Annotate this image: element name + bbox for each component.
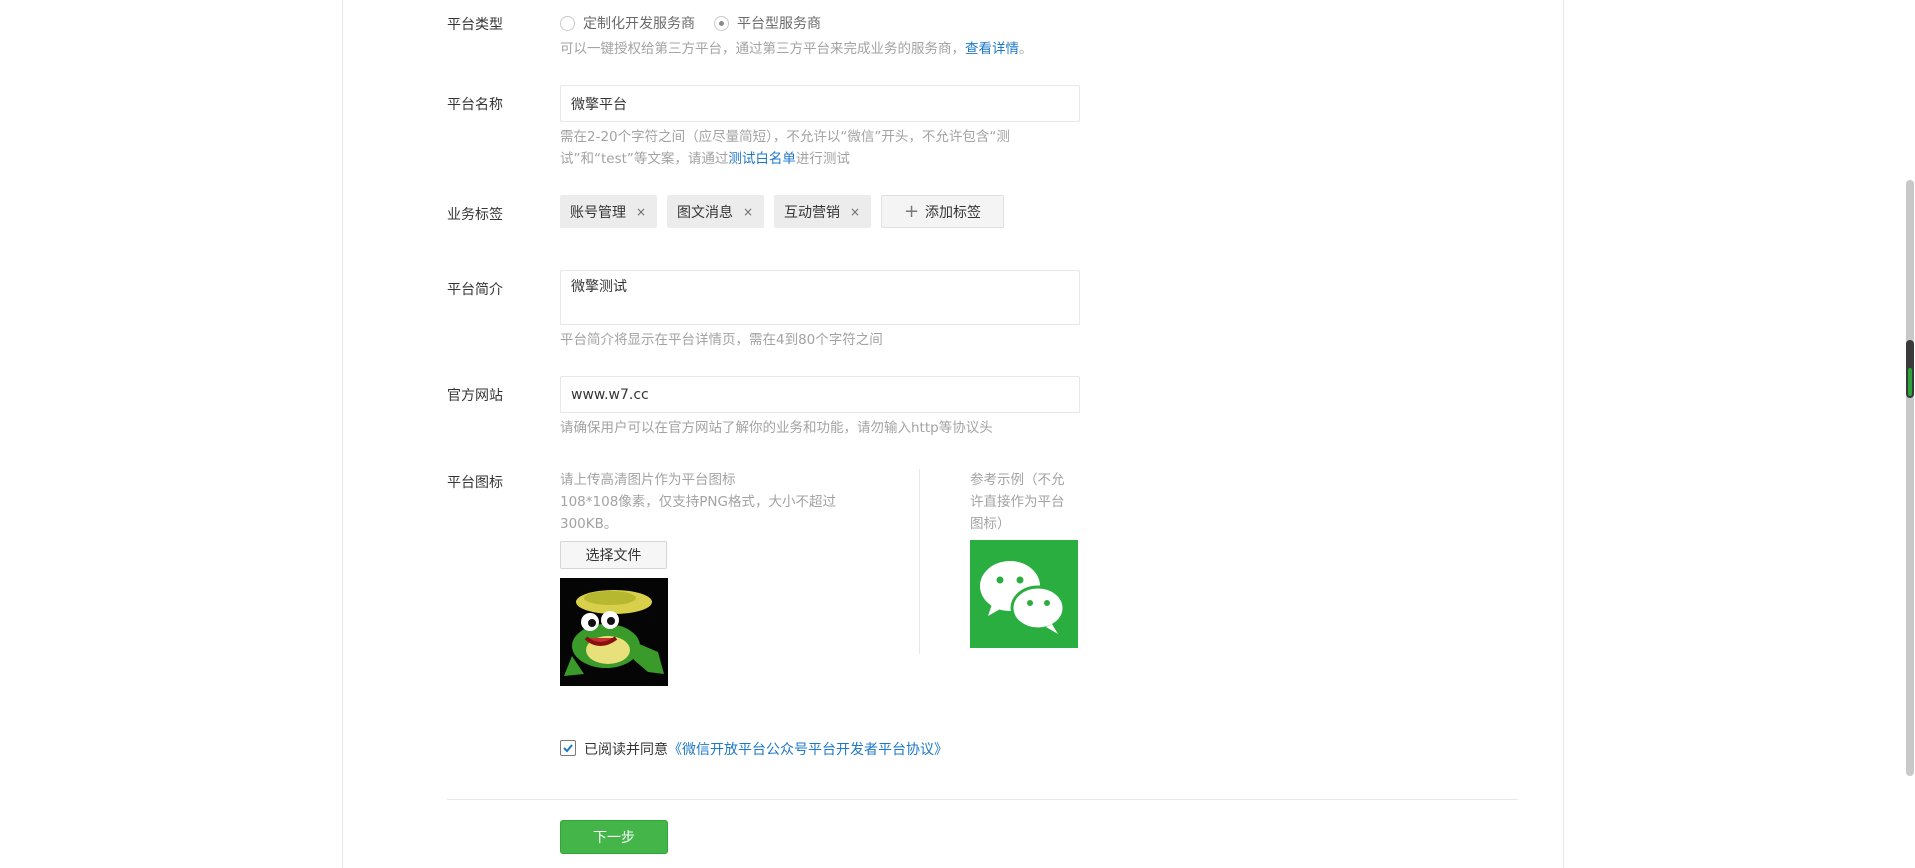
remove-tag-icon[interactable]: × bbox=[850, 205, 860, 219]
agreement-checkbox[interactable] bbox=[560, 740, 576, 756]
tag-item: 图文消息 × bbox=[667, 195, 764, 228]
tag-label: 图文消息 bbox=[677, 204, 733, 221]
tag-label: 账号管理 bbox=[570, 204, 626, 221]
scrollbar-thumb[interactable] bbox=[1906, 180, 1914, 776]
tag-item: 互动营销 × bbox=[774, 195, 871, 228]
tag-label: 互动营销 bbox=[784, 204, 840, 221]
platform-icon-label: 平台图标 bbox=[447, 475, 503, 491]
platform-type-label: 平台类型 bbox=[447, 17, 503, 33]
divider-vertical bbox=[919, 469, 920, 654]
wechat-icon bbox=[980, 561, 1066, 634]
platform-intro-textarea[interactable]: 微擎测试 bbox=[560, 270, 1080, 325]
example-line3: 图标） bbox=[970, 516, 1011, 532]
hint-text: 可以一键授权给第三方平台，通过第三方平台来完成业务的服务商， bbox=[560, 41, 965, 57]
radio-platform-label: 平台型服务商 bbox=[737, 16, 821, 32]
icon-hint-line1: 请上传高清图片作为平台图标 bbox=[560, 472, 736, 488]
agreement-text: 已阅读并同意《微信开放平台公众号平台开发者平台协议》 bbox=[584, 739, 948, 759]
official-site-input[interactable] bbox=[560, 376, 1080, 413]
radio-custom-dev-label: 定制化开发服务商 bbox=[583, 16, 695, 32]
official-site-hint: 请确保用户可以在官方网站了解你的业务和功能，请勿输入http等协议头 bbox=[560, 420, 993, 436]
agreement-prefix: 已阅读并同意 bbox=[584, 742, 668, 758]
frog-image bbox=[560, 578, 668, 686]
hint-suffix: 。 bbox=[1019, 41, 1033, 57]
uploaded-icon-preview bbox=[560, 578, 668, 686]
remove-tag-icon[interactable]: × bbox=[743, 205, 753, 219]
tag-item: 账号管理 × bbox=[560, 195, 657, 228]
agreement-link[interactable]: 《微信开放平台公众号平台开发者平台协议》 bbox=[668, 742, 948, 758]
hint-suffix: 进行测试 bbox=[795, 151, 850, 167]
plus-icon: + bbox=[903, 200, 920, 222]
divider-horizontal bbox=[447, 799, 1518, 800]
radio-platform[interactable]: 平台型服务商 bbox=[714, 14, 821, 32]
business-tags-label: 业务标签 bbox=[447, 207, 503, 223]
platform-name-hint-line2: 试”和“test”等文案，请通过测试白名单进行测试 bbox=[560, 148, 850, 170]
checkmark-icon bbox=[563, 744, 573, 753]
platform-name-input[interactable] bbox=[560, 85, 1080, 122]
remove-tag-icon[interactable]: × bbox=[636, 205, 646, 219]
icon-hint-line3: 300KB。 bbox=[560, 516, 618, 532]
radio-circle-selected bbox=[714, 15, 729, 31]
platform-intro-hint: 平台简介将显示在平台详情页，需在4到80个字符之间 bbox=[560, 332, 883, 348]
scrollbar-highlight bbox=[1908, 368, 1912, 396]
radio-circle bbox=[560, 15, 575, 31]
platform-name-label: 平台名称 bbox=[447, 97, 503, 113]
choose-file-button[interactable]: 选择文件 bbox=[560, 541, 667, 569]
platform-intro-label: 平台简介 bbox=[447, 282, 503, 298]
add-tag-label: 添加标签 bbox=[925, 204, 982, 221]
view-details-link[interactable]: 查看详情 bbox=[965, 41, 1019, 57]
example-line1: 参考示例（不允 bbox=[970, 472, 1065, 488]
platform-name-hint-line1: 需在2-20个字符之间（应尽量简短），不允许以“微信”开头，不允许包含“测 bbox=[560, 129, 1010, 145]
next-step-button[interactable]: 下一步 bbox=[560, 820, 668, 854]
platform-type-hint: 可以一键授权给第三方平台，通过第三方平台来完成业务的服务商，查看详情。 bbox=[560, 38, 1033, 60]
icon-hint-line2: 108*108像素，仅支持PNG格式，大小不超过 bbox=[560, 494, 836, 510]
example-line2: 许直接作为平台 bbox=[970, 494, 1065, 510]
radio-custom-dev[interactable]: 定制化开发服务商 bbox=[560, 14, 695, 32]
test-whitelist-link[interactable]: 测试白名单 bbox=[728, 151, 796, 167]
official-site-label: 官方网站 bbox=[447, 388, 503, 404]
wechat-example-icon bbox=[970, 540, 1078, 648]
hint-text: 试”和“test”等文案，请通过 bbox=[560, 151, 729, 167]
add-tag-button[interactable]: + 添加标签 bbox=[881, 195, 1004, 228]
